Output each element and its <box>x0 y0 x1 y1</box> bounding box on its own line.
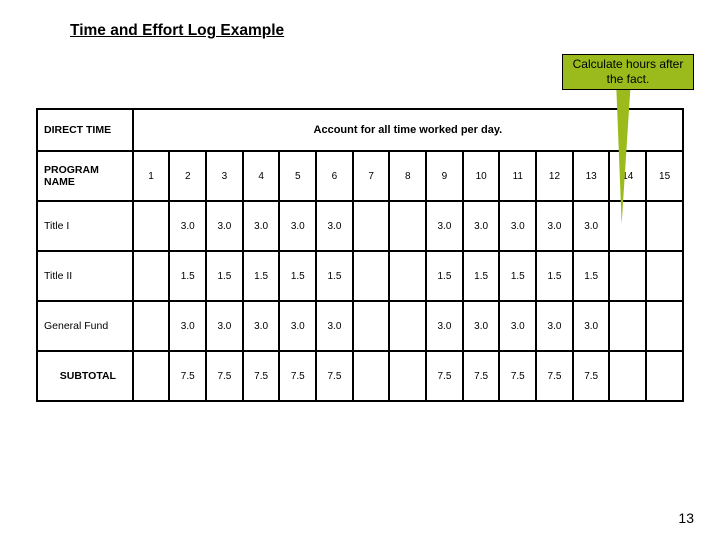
cell <box>646 201 683 251</box>
cell: 3.0 <box>279 301 316 351</box>
day-header: 9 <box>426 151 463 201</box>
cell: 3.0 <box>573 201 610 251</box>
page-title: Time and Effort Log Example <box>70 22 284 40</box>
cell: 3.0 <box>536 301 573 351</box>
cell: 3.0 <box>279 201 316 251</box>
day-header: 15 <box>646 151 683 201</box>
cell: 3.0 <box>243 201 280 251</box>
subtotal-label: SUBTOTAL <box>37 351 133 401</box>
program-col-header: PROGRAM NAME <box>37 151 133 201</box>
day-header: 10 <box>463 151 500 201</box>
cell: 7.5 <box>243 351 280 401</box>
program-name: Title II <box>37 251 133 301</box>
cell: 1.5 <box>206 251 243 301</box>
day-header: 8 <box>389 151 426 201</box>
day-header: 11 <box>499 151 536 201</box>
cell: 1.5 <box>536 251 573 301</box>
cell: 7.5 <box>573 351 610 401</box>
cell: 3.0 <box>426 201 463 251</box>
cell: 3.0 <box>169 201 206 251</box>
cell: 3.0 <box>499 201 536 251</box>
day-header: 13 <box>573 151 610 201</box>
cell <box>133 351 170 401</box>
time-effort-table: DIRECT TIME Account for all time worked … <box>36 108 684 402</box>
cell: 1.5 <box>279 251 316 301</box>
cell: 1.5 <box>169 251 206 301</box>
cell: 3.0 <box>426 301 463 351</box>
cell: 1.5 <box>426 251 463 301</box>
cell: 1.5 <box>316 251 353 301</box>
cell: 3.0 <box>536 201 573 251</box>
cell: 7.5 <box>499 351 536 401</box>
cell: 7.5 <box>316 351 353 401</box>
day-header: 1 <box>133 151 170 201</box>
cell: 3.0 <box>499 301 536 351</box>
cell: 7.5 <box>536 351 573 401</box>
cell <box>646 251 683 301</box>
cell: 7.5 <box>169 351 206 401</box>
program-name: Title I <box>37 201 133 251</box>
day-header: 2 <box>169 151 206 201</box>
cell: 7.5 <box>279 351 316 401</box>
cell <box>609 301 646 351</box>
cell: 1.5 <box>243 251 280 301</box>
cell: 3.0 <box>243 301 280 351</box>
cell: 3.0 <box>316 301 353 351</box>
cell <box>646 351 683 401</box>
cell <box>353 201 390 251</box>
cell: 3.0 <box>169 301 206 351</box>
cell <box>133 301 170 351</box>
cell <box>353 301 390 351</box>
cell: 1.5 <box>463 251 500 301</box>
cell: 7.5 <box>426 351 463 401</box>
callout-box: Calculate hours after the fact. <box>562 54 694 90</box>
cell <box>389 201 426 251</box>
table-row: Title I 3.0 3.0 3.0 3.0 3.0 3.0 3.0 3.0 … <box>37 201 683 251</box>
cell <box>353 251 390 301</box>
table-row: General Fund 3.0 3.0 3.0 3.0 3.0 3.0 3.0… <box>37 301 683 351</box>
day-header: 6 <box>316 151 353 201</box>
header-instruction: Account for all time worked per day. <box>133 109 683 151</box>
cell <box>133 201 170 251</box>
day-header: 12 <box>536 151 573 201</box>
cell: 3.0 <box>573 301 610 351</box>
cell: 7.5 <box>463 351 500 401</box>
program-name: General Fund <box>37 301 133 351</box>
day-header: 5 <box>279 151 316 201</box>
cell <box>646 301 683 351</box>
cell: 7.5 <box>206 351 243 401</box>
cell <box>609 351 646 401</box>
table-row: SUBTOTAL 7.5 7.5 7.5 7.5 7.5 7.5 7.5 7.5… <box>37 351 683 401</box>
cell <box>389 251 426 301</box>
day-header: 4 <box>243 151 280 201</box>
page-number: 13 <box>678 510 694 526</box>
callout-text: Calculate hours after the fact. <box>563 57 693 87</box>
cell: 3.0 <box>206 301 243 351</box>
cell <box>389 351 426 401</box>
day-header: 3 <box>206 151 243 201</box>
cell <box>353 351 390 401</box>
cell <box>133 251 170 301</box>
day-header: 7 <box>353 151 390 201</box>
cell: 3.0 <box>463 201 500 251</box>
cell: 1.5 <box>499 251 536 301</box>
table-row: Title II 1.5 1.5 1.5 1.5 1.5 1.5 1.5 1.5… <box>37 251 683 301</box>
cell: 1.5 <box>573 251 610 301</box>
direct-time-label: DIRECT TIME <box>37 109 133 151</box>
cell: 3.0 <box>206 201 243 251</box>
cell: 3.0 <box>316 201 353 251</box>
cell <box>609 251 646 301</box>
cell <box>389 301 426 351</box>
cell: 3.0 <box>463 301 500 351</box>
